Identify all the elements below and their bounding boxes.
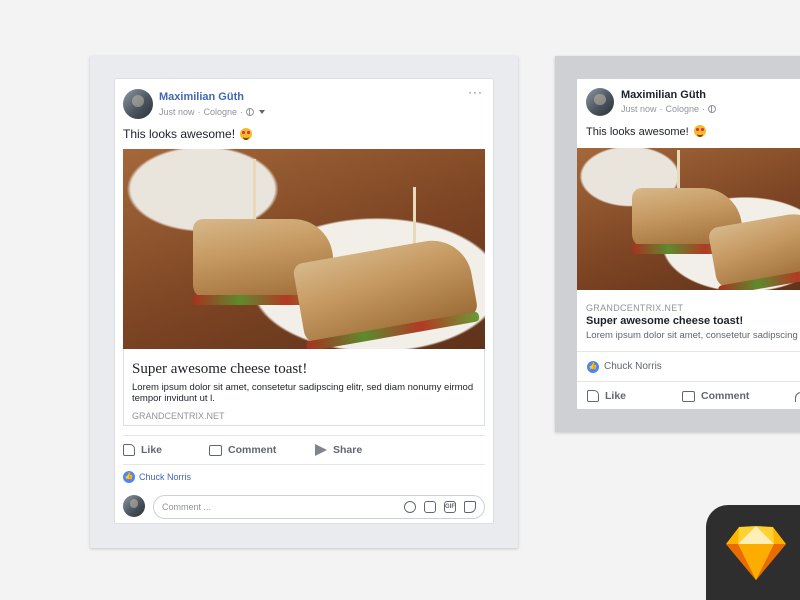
link-domain: GRANDCENTRIX.NET <box>586 303 684 313</box>
like-label: Like <box>605 390 627 402</box>
like-reaction-icon: 👍 <box>123 471 135 483</box>
globe-icon <box>246 108 255 116</box>
thumbs-up-icon <box>587 390 599 402</box>
status-text: This looks awesome! <box>586 125 706 138</box>
desktop-post-card: Maximilian Güth Just now · Cologne · ···… <box>114 78 494 524</box>
post-location[interactable]: Cologne <box>666 104 700 114</box>
action-bar: Like Comment Share <box>123 435 485 465</box>
comment-label: Comment <box>228 444 277 456</box>
post-time[interactable]: Just now <box>159 107 195 117</box>
toothpick-icon <box>413 187 416 249</box>
current-user-avatar <box>123 495 145 517</box>
link-domain: GRANDCENTRIX.NET <box>132 411 225 421</box>
share-arrow-icon <box>315 444 327 456</box>
comment-button[interactable]: Comment <box>209 444 276 456</box>
gif-icon[interactable]: GIF <box>444 501 456 513</box>
action-bar: Like Comment <box>577 381 800 409</box>
post-meta: Just now · Cologne · <box>621 104 717 114</box>
like-button[interactable]: Like <box>123 444 162 456</box>
mobile-post-card: Maximilian Güth Just now · Cologne · Thi… <box>577 79 800 409</box>
status-message: This looks awesome! <box>123 127 236 141</box>
liked-by-name[interactable]: Chuck Norris <box>139 472 191 482</box>
post-location[interactable]: Cologne <box>204 107 238 117</box>
author-name[interactable]: Maximilian Güth <box>621 89 706 101</box>
link-description: Lorem ipsum dolor sit amet, consetetur s… <box>132 382 474 404</box>
meta-separator: · <box>702 104 706 114</box>
comment-input[interactable]: Comment ... GIF <box>153 495 485 519</box>
share-button[interactable]: Share <box>315 444 362 456</box>
thumbs-up-icon <box>123 444 135 456</box>
post-time[interactable]: Just now <box>621 104 657 114</box>
comment-button[interactable]: Comment <box>682 390 749 402</box>
link-preview-image[interactable] <box>123 149 485 349</box>
comment-composer: Comment ... GIF <box>123 495 485 519</box>
heart-eyes-emoji-icon <box>240 128 253 140</box>
comment-placeholder: Comment ... <box>162 502 212 512</box>
sticker-icon[interactable] <box>464 501 476 513</box>
comment-label: Comment <box>701 390 750 402</box>
post-meta: Just now · Cologne · <box>159 107 266 117</box>
globe-icon <box>708 105 717 113</box>
like-button[interactable]: Like <box>587 390 626 402</box>
author-avatar[interactable] <box>123 89 153 119</box>
speech-bubble-icon <box>682 390 695 402</box>
heart-eyes-emoji-icon <box>693 125 706 137</box>
like-label: Like <box>141 444 163 456</box>
status-text: This looks awesome! <box>123 127 253 141</box>
status-message: This looks awesome! <box>586 126 689 138</box>
meta-separator: · <box>240 107 244 117</box>
more-options-button[interactable]: ··· <box>468 85 483 99</box>
link-description: Lorem ipsum dolor sit amet, consetetur s… <box>586 330 800 341</box>
sketch-app-badge <box>706 505 800 600</box>
like-reaction-icon: 👍 <box>587 360 599 373</box>
link-title[interactable]: Super awesome cheese toast! <box>132 361 307 378</box>
meta-separator: · <box>197 107 201 117</box>
author-name[interactable]: Maximilian Güth <box>159 91 244 103</box>
share-arrow-icon[interactable] <box>795 392 800 402</box>
link-preview-image[interactable] <box>577 148 800 290</box>
share-label: Share <box>333 444 363 456</box>
meta-separator: · <box>659 104 663 114</box>
smiley-icon[interactable] <box>404 501 416 513</box>
camera-icon[interactable] <box>424 501 436 513</box>
reactions-summary[interactable]: 👍 Chuck Norris <box>577 351 800 381</box>
sketch-diamond-icon <box>726 526 786 580</box>
audience-dropdown-icon[interactable] <box>259 110 266 114</box>
reactions-summary[interactable]: 👍 Chuck Norris <box>123 471 191 483</box>
author-avatar[interactable] <box>586 88 614 116</box>
link-preview[interactable]: Super awesome cheese toast! Lorem ipsum … <box>123 349 485 426</box>
speech-bubble-icon <box>209 444 222 456</box>
liked-by-name[interactable]: Chuck Norris <box>604 361 662 372</box>
link-title[interactable]: Super awesome cheese toast! <box>586 315 743 327</box>
